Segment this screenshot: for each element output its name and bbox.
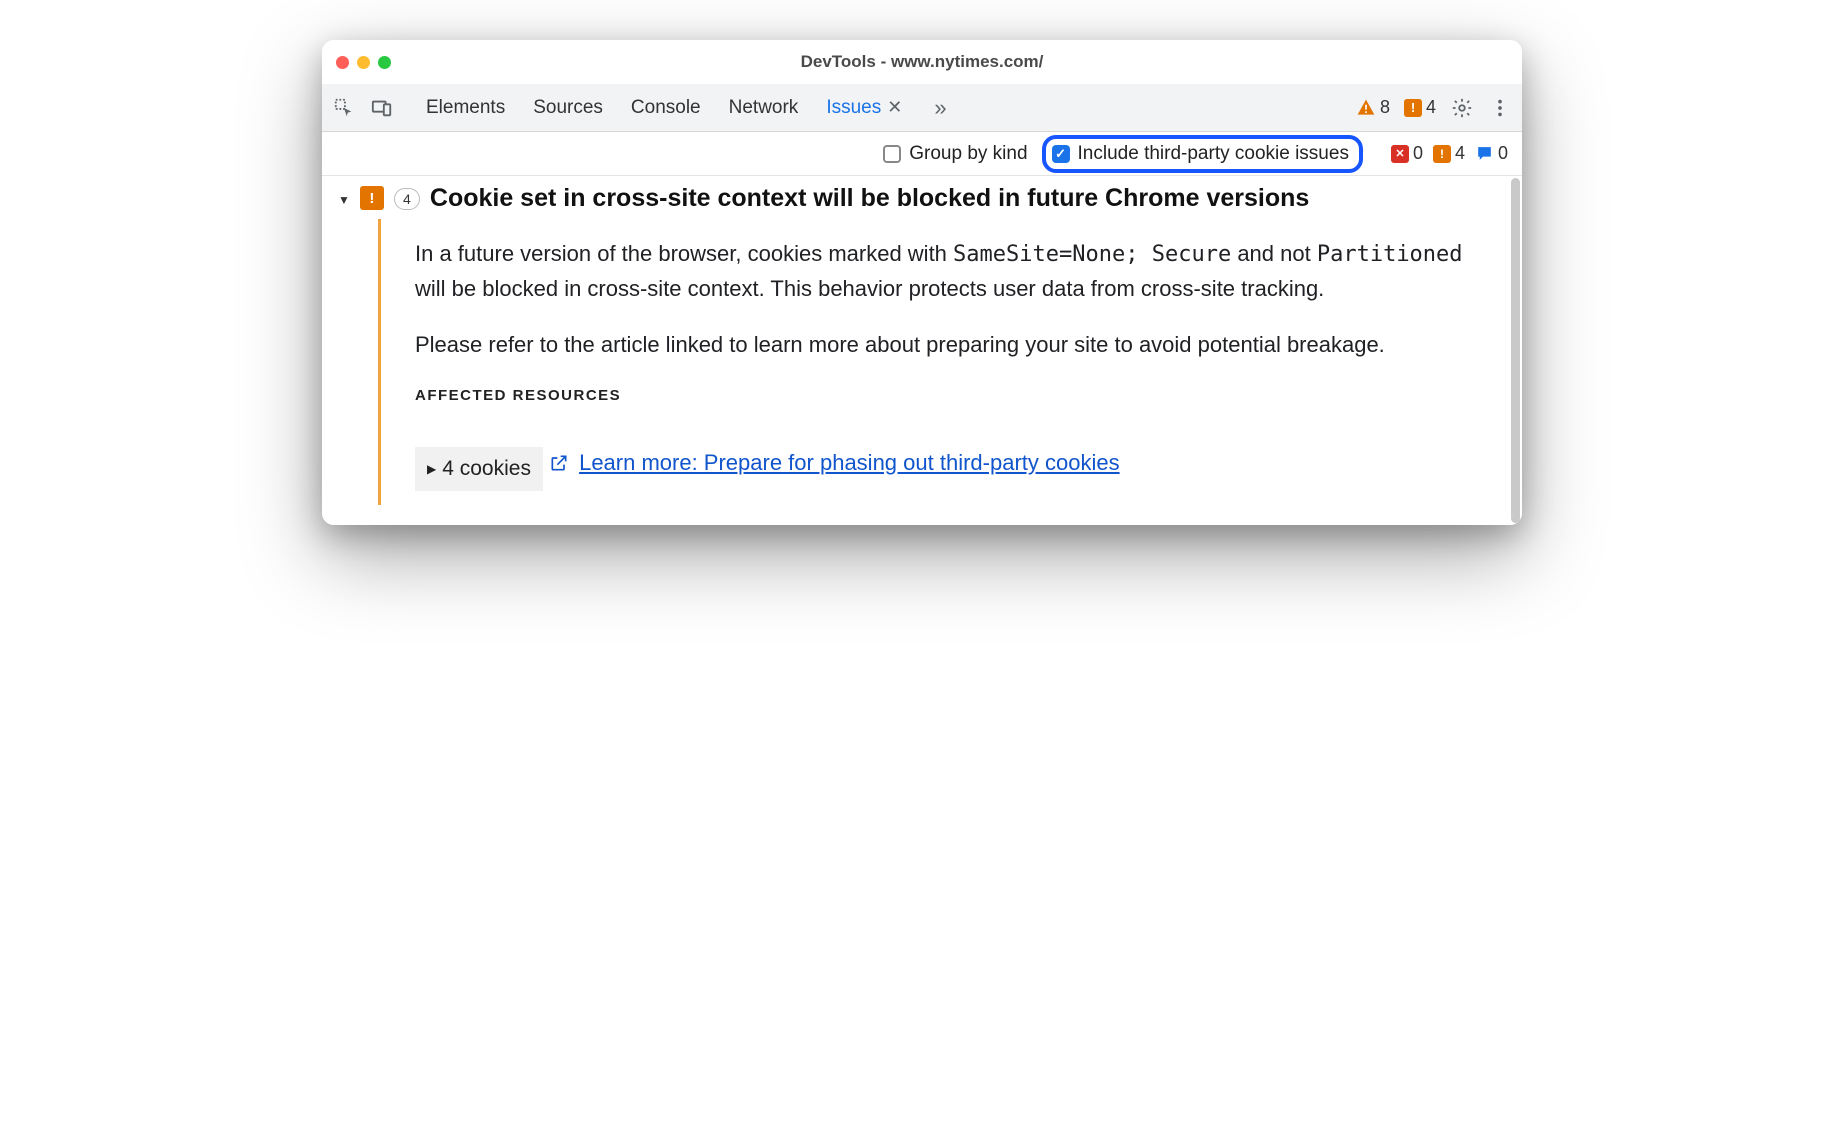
issue-severity-icon: ! bbox=[360, 186, 384, 210]
group-by-kind-checkbox[interactable]: Group by kind bbox=[883, 143, 1027, 165]
tab-network[interactable]: Network bbox=[729, 97, 799, 119]
disclosure-triangle-down-icon[interactable]: ▼ bbox=[338, 193, 350, 207]
tab-console[interactable]: Console bbox=[631, 97, 701, 119]
toolbar-left: Elements Sources Console Network Issues … bbox=[332, 95, 947, 121]
errors-count: 0 bbox=[1413, 143, 1423, 164]
disclosure-triangle-right-icon: ▶ bbox=[427, 460, 436, 479]
code-partitioned: Partitioned bbox=[1317, 242, 1463, 267]
include-third-party-highlight: ✓ Include third-party cookie issues bbox=[1042, 135, 1363, 173]
warning-badge-icon: ! bbox=[1433, 145, 1451, 163]
issue-body: In a future version of the browser, cook… bbox=[378, 219, 1506, 505]
warnings-counter[interactable]: ! 4 bbox=[1433, 143, 1465, 164]
tab-issues[interactable]: Issues ✕ bbox=[826, 97, 902, 119]
include-third-party-checkbox[interactable]: ✓ Include third-party cookie issues bbox=[1052, 143, 1349, 165]
devtools-window: DevTools - www.nytimes.com/ Elements Sou… bbox=[322, 40, 1522, 525]
issues-content: ▼ ! 4 Cookie set in cross-site context w… bbox=[322, 176, 1522, 525]
issue-title: Cookie set in cross-site context will be… bbox=[430, 184, 1309, 213]
more-menu-kebab-icon[interactable] bbox=[1488, 96, 1512, 120]
issues-filter-bar: Group by kind ✓ Include third-party cook… bbox=[322, 132, 1522, 176]
settings-gear-icon[interactable] bbox=[1450, 96, 1474, 120]
external-link-icon bbox=[549, 453, 569, 473]
affected-cookies-toggle[interactable]: ▶ 4 cookies bbox=[415, 447, 543, 492]
panel-tabs: Elements Sources Console Network Issues … bbox=[426, 95, 947, 121]
issue-count-pill: 4 bbox=[394, 188, 420, 210]
warnings-count: 4 bbox=[1455, 143, 1465, 164]
errors-counter[interactable]: ✕ 0 bbox=[1391, 143, 1423, 164]
checkbox-unchecked-icon bbox=[883, 145, 901, 163]
learn-more-link[interactable]: Learn more: Prepare for phasing out thir… bbox=[549, 446, 1120, 480]
warning-counter[interactable]: 8 bbox=[1356, 97, 1390, 118]
learn-more-text: Learn more: Prepare for phasing out thir… bbox=[579, 446, 1120, 480]
severity-counters: ✕ 0 ! 4 0 bbox=[1391, 143, 1508, 164]
tab-issues-label: Issues bbox=[826, 97, 881, 119]
issue-text: will be blocked in cross-site context. T… bbox=[415, 276, 1324, 301]
info-counter[interactable]: 0 bbox=[1475, 143, 1508, 164]
warning-triangle-icon bbox=[1356, 98, 1376, 118]
group-by-kind-label: Group by kind bbox=[909, 143, 1027, 165]
issue-badge-icon: ! bbox=[1404, 99, 1422, 117]
error-badge-icon: ✕ bbox=[1391, 145, 1409, 163]
issue-paragraph-2: Please refer to the article linked to le… bbox=[415, 328, 1496, 362]
window-title: DevTools - www.nytimes.com/ bbox=[322, 52, 1522, 72]
issues-counter[interactable]: ! 4 bbox=[1404, 97, 1436, 118]
include-third-party-label: Include third-party cookie issues bbox=[1078, 143, 1349, 165]
checkbox-checked-icon: ✓ bbox=[1052, 145, 1070, 163]
affected-resources-heading: AFFECTED RESOURCES bbox=[415, 384, 1496, 407]
toolbar-right: 8 ! 4 bbox=[1356, 96, 1512, 120]
issue-text: In a future version of the browser, cook… bbox=[415, 241, 953, 266]
warning-count: 8 bbox=[1380, 97, 1390, 118]
code-samesite: SameSite=None; Secure bbox=[953, 242, 1231, 267]
filterbar-left: Group by kind ✓ Include third-party cook… bbox=[336, 135, 1381, 173]
more-tabs-icon[interactable]: » bbox=[934, 95, 946, 121]
titlebar: DevTools - www.nytimes.com/ bbox=[322, 40, 1522, 84]
close-tab-icon[interactable]: ✕ bbox=[887, 97, 902, 118]
cookies-label: 4 cookies bbox=[442, 453, 531, 486]
main-toolbar: Elements Sources Console Network Issues … bbox=[322, 84, 1522, 132]
issue-paragraph-1: In a future version of the browser, cook… bbox=[415, 237, 1496, 306]
inspect-element-icon[interactable] bbox=[332, 96, 356, 120]
info-chat-icon bbox=[1475, 144, 1494, 163]
issue-text: and not bbox=[1231, 241, 1317, 266]
issues-count: 4 bbox=[1426, 97, 1436, 118]
tab-sources[interactable]: Sources bbox=[533, 97, 603, 119]
info-count: 0 bbox=[1498, 143, 1508, 164]
tab-elements[interactable]: Elements bbox=[426, 97, 505, 119]
scrollbar[interactable] bbox=[1511, 178, 1520, 523]
device-toolbar-icon[interactable] bbox=[370, 96, 394, 120]
issue-header-row[interactable]: ▼ ! 4 Cookie set in cross-site context w… bbox=[338, 186, 1506, 213]
